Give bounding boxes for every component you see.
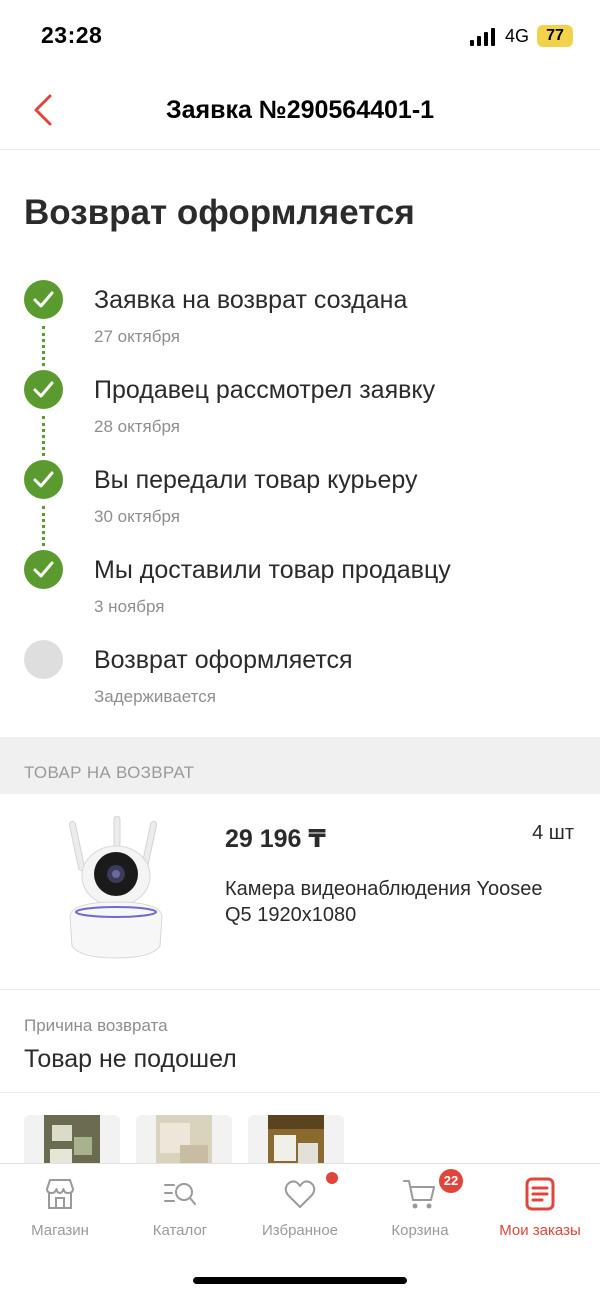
return-photo-thumbnail[interactable] (24, 1115, 120, 1165)
orders-icon (525, 1177, 555, 1211)
timeline-connector (42, 506, 45, 546)
tab-label: Избранное (261, 1222, 339, 1239)
favorites-badge-dot (326, 1172, 338, 1184)
timeline-step-date: 28 октября (94, 417, 180, 436)
tab-label: Корзина (391, 1222, 449, 1239)
heart-icon (284, 1180, 316, 1208)
tab-favorites[interactable]: Избранное (240, 1164, 360, 1254)
check-icon (24, 280, 63, 319)
reason-value: Товар не подошел (24, 1045, 237, 1073)
return-product[interactable]: 29 196 ₸ 4 шт Камера видеонаблюдения Yoo… (0, 794, 600, 990)
page-header-title: Заявка №290564401-1 (165, 96, 435, 124)
timeline-step-date: 3 ноября (94, 597, 165, 616)
tab-label: Магазин (31, 1222, 89, 1239)
cart-badge-count: 22 (439, 1169, 463, 1193)
timeline-step: Продавец рассмотрел заявку 28 октября (0, 370, 600, 460)
tab-label: Каталог (152, 1222, 208, 1239)
product-price: 29 196 ₸ (225, 825, 326, 853)
reason-label: Причина возврата (24, 1016, 168, 1035)
timeline-connector (42, 416, 45, 456)
timeline-step-date: 27 октября (94, 327, 180, 346)
timeline-step: Возврат оформляется Задерживается (0, 640, 600, 730)
timeline-step: Заявка на возврат создана 27 октября (0, 280, 600, 370)
check-icon (24, 550, 63, 589)
check-icon (24, 460, 63, 499)
section-header: ТОВАР НА ВОЗВРАТ (0, 737, 600, 794)
section-title: ТОВАР НА ВОЗВРАТ (24, 763, 195, 782)
product-name: Камера видеонаблюдения Yoosee Q5 1920x10… (225, 878, 543, 926)
timeline-step: Мы доставили товар продавцу 3 ноября (0, 550, 600, 640)
photo-image (268, 1115, 324, 1165)
timeline-step: Вы передали товар курьеру 30 октября (0, 460, 600, 550)
home-indicator[interactable] (193, 1277, 407, 1284)
check-icon (24, 370, 63, 409)
pending-circle-icon (24, 640, 63, 679)
timeline-step-date: 30 октября (94, 507, 180, 526)
photo-image (156, 1115, 212, 1165)
product-camera-image (68, 816, 163, 959)
cart-icon (403, 1180, 435, 1209)
timeline-step-label: Вы передали товар курьеру (94, 466, 418, 494)
timeline-step-label: Заявка на возврат создана (94, 286, 408, 314)
store-icon (46, 1179, 74, 1209)
timeline-step-label: Продавец рассмотрел заявку (94, 376, 436, 404)
tab-my-orders[interactable]: Мои заказы (480, 1164, 600, 1254)
tab-catalog[interactable]: Каталог (120, 1164, 240, 1254)
timeline-step-label: Мы доставили товар продавцу (94, 556, 451, 584)
catalog-search-icon (164, 1183, 196, 1205)
return-status-title: Возврат оформляется (24, 193, 415, 232)
battery-indicator: 77 (537, 25, 573, 47)
return-photo-thumbnail[interactable] (248, 1115, 344, 1165)
product-quantity: 4 шт (532, 822, 574, 844)
tab-label: Мои заказы (499, 1222, 581, 1239)
return-reason: Причина возврата Товар не подошел (0, 990, 600, 1093)
return-photos (0, 1093, 600, 1165)
return-photo-thumbnail[interactable] (136, 1115, 232, 1165)
tab-store[interactable]: Магазин (0, 1164, 120, 1254)
timeline-step-date: Задерживается (94, 687, 216, 706)
status-time: 23:28 (41, 22, 103, 48)
signal-icon (470, 28, 495, 46)
timeline-connector (42, 326, 45, 366)
photo-image (44, 1115, 100, 1165)
status-bar: 23:28 4G 77 (0, 0, 600, 72)
network-type: 4G (505, 26, 530, 46)
timeline-step-label: Возврат оформляется (94, 646, 353, 674)
header: Заявка №290564401-1 (0, 72, 600, 150)
